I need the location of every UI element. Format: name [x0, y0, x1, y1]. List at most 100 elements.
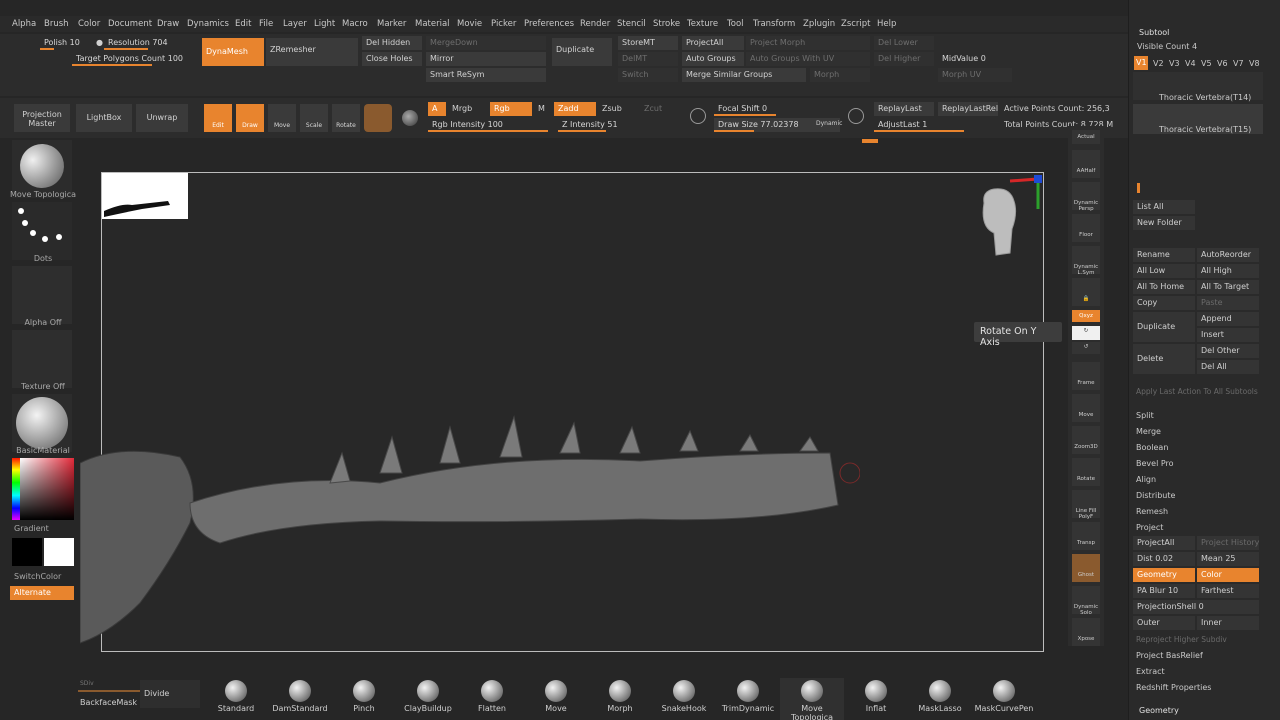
bevel-pro-menu[interactable]: Bevel Pro: [1136, 459, 1174, 468]
brush-masklasso[interactable]: MaskLasso: [908, 678, 972, 720]
lightbox-button[interactable]: LightBox: [76, 104, 132, 132]
menu-edit[interactable]: Edit: [235, 19, 251, 29]
floor-button[interactable]: Floor: [1072, 214, 1100, 242]
project-menu[interactable]: Project: [1136, 523, 1163, 532]
menu-color[interactable]: Color: [78, 19, 100, 29]
brush-maskcurvepen[interactable]: MaskCurvePen: [972, 678, 1036, 720]
scroll-indicator[interactable]: [862, 139, 878, 143]
version-v4[interactable]: V4: [1185, 59, 1196, 68]
brush-claybuildup[interactable]: ClayBuildup: [396, 678, 460, 720]
menu-transform[interactable]: Transform: [753, 19, 795, 29]
mirror-button[interactable]: Mirror: [426, 52, 546, 66]
del-all-button[interactable]: Del All: [1197, 360, 1259, 374]
rotate-view-button[interactable]: Rotate: [1072, 458, 1100, 486]
qxyz-button[interactable]: Qxyz: [1072, 310, 1100, 322]
all-high-button[interactable]: All High: [1197, 264, 1259, 278]
aahalf-button[interactable]: AAHalf: [1072, 150, 1100, 178]
brush-move[interactable]: Move: [524, 678, 588, 720]
actual-button[interactable]: Actual: [1072, 130, 1100, 144]
texture-sphere-icon[interactable]: [402, 110, 418, 126]
z-intensity-slider[interactable]: Z Intensity 51: [558, 118, 652, 132]
lock-icon[interactable]: 🔒: [1072, 278, 1100, 306]
subtool-item-label[interactable]: Thoracic Vertebra(T14): [1159, 93, 1251, 102]
smart-resym-button[interactable]: Smart ReSym: [426, 68, 546, 82]
auto-groups-button[interactable]: Auto Groups: [682, 52, 744, 66]
brush-trimdynamic[interactable]: TrimDynamic: [716, 678, 780, 720]
zoom3d-button[interactable]: Zoom3D: [1072, 426, 1100, 454]
version-v6[interactable]: V6: [1217, 59, 1228, 68]
switch-button[interactable]: Switch: [618, 68, 678, 82]
paste-button[interactable]: Paste: [1197, 296, 1259, 310]
polyf-button[interactable]: Line Fill PolyF: [1072, 490, 1100, 520]
del-other-button[interactable]: Del Other: [1197, 344, 1259, 358]
orientation-head-icon[interactable]: [970, 173, 1042, 263]
distribute-menu[interactable]: Distribute: [1136, 491, 1175, 500]
solo-button[interactable]: Dynamic Solo: [1072, 586, 1100, 616]
mid-value-slider[interactable]: MidValue 0: [938, 52, 1012, 66]
rotate-y-axis-icon[interactable]: ↻: [1072, 326, 1100, 340]
mean-slider[interactable]: Mean 25: [1197, 552, 1259, 566]
polish-slider[interactable]: Polish 10: [40, 36, 90, 50]
zcut-toggle[interactable]: Zcut: [640, 102, 666, 116]
move-button[interactable]: Move: [268, 104, 296, 132]
menu-tool[interactable]: Tool: [727, 19, 744, 29]
zremesher-button[interactable]: ZRemesher: [266, 38, 358, 66]
a-toggle[interactable]: A: [428, 102, 446, 116]
dynamesh-button[interactable]: DynaMesh: [202, 38, 264, 66]
duplicate-button[interactable]: Duplicate: [1133, 312, 1195, 342]
m-toggle[interactable]: M: [534, 102, 550, 116]
transp-button[interactable]: Transp: [1072, 522, 1100, 550]
menu-marker[interactable]: Marker: [377, 19, 406, 29]
xpose-button[interactable]: Xpose: [1072, 618, 1100, 646]
menu-preferences[interactable]: Preferences: [524, 19, 574, 29]
morph-uv-button[interactable]: Morph UV: [938, 68, 1012, 82]
menu-light[interactable]: Light: [314, 19, 335, 29]
menu-stroke[interactable]: Stroke: [653, 19, 680, 29]
new-folder-button[interactable]: New Folder: [1133, 216, 1195, 230]
geometry-footer-menu[interactable]: Geometry: [1139, 706, 1179, 715]
backface-mask-button[interactable]: BackfaceMask: [80, 698, 137, 707]
secondary-color-swatch[interactable]: [12, 538, 42, 566]
pa-blur-slider[interactable]: PA Blur 10: [1133, 584, 1195, 598]
del-mt-button[interactable]: DelMT: [618, 52, 678, 66]
version-v1[interactable]: V1: [1134, 56, 1148, 70]
project-morph-button[interactable]: Project Morph: [746, 36, 870, 50]
draw-button[interactable]: Draw: [236, 104, 264, 132]
list-all-button[interactable]: List All: [1133, 200, 1195, 214]
menu-texture[interactable]: Texture: [687, 19, 718, 29]
boolean-menu[interactable]: Boolean: [1136, 443, 1168, 452]
all-to-target-button[interactable]: All To Target: [1197, 280, 1259, 294]
menu-picker[interactable]: Picker: [491, 19, 516, 29]
menu-zscript[interactable]: Zscript: [841, 19, 871, 29]
mrgb-toggle[interactable]: Mrgb: [448, 102, 484, 116]
projection-shell-slider[interactable]: ProjectionShell 0: [1133, 600, 1259, 614]
store-mt-button[interactable]: StoreMT: [618, 36, 678, 50]
focal-shift-slider[interactable]: Focal Shift 0: [714, 102, 840, 116]
brush-flatten[interactable]: Flatten: [460, 678, 524, 720]
rotate-z-axis-icon[interactable]: ↺: [1072, 342, 1100, 354]
menu-stencil[interactable]: Stencil: [617, 19, 646, 29]
brush-snakehook[interactable]: SnakeHook: [652, 678, 716, 720]
menu-file[interactable]: File: [259, 19, 273, 29]
ghost-button[interactable]: Ghost: [1072, 554, 1100, 582]
auto-groups-uv-button[interactable]: Auto Groups With UV: [746, 52, 870, 66]
farthest-button[interactable]: Farthest: [1197, 584, 1259, 598]
subtool-item-label[interactable]: Thoracic Vertebra(T15): [1159, 125, 1251, 134]
tray-scrollbar[interactable]: [1137, 183, 1140, 193]
brush-standard[interactable]: Standard: [204, 678, 268, 720]
rename-button[interactable]: Rename: [1133, 248, 1195, 262]
stroke-thumbnail[interactable]: [12, 202, 72, 260]
persp-button[interactable]: Dynamic Persp: [1072, 182, 1100, 212]
split-menu[interactable]: Split: [1136, 411, 1154, 420]
divide-button[interactable]: Divide: [140, 680, 200, 708]
align-menu[interactable]: Align: [1136, 475, 1156, 484]
menu-help[interactable]: Help: [877, 19, 896, 29]
lsym-button[interactable]: Dynamic L.Sym: [1072, 246, 1100, 276]
move-view-button[interactable]: Move: [1072, 394, 1100, 422]
version-v2[interactable]: V2: [1153, 59, 1164, 68]
inner-button[interactable]: Inner: [1197, 616, 1259, 630]
frame-button[interactable]: Frame: [1072, 362, 1100, 390]
dist-slider[interactable]: Dist 0.02: [1133, 552, 1195, 566]
unwrap-button[interactable]: Unwrap: [136, 104, 188, 132]
texture-thumbnail[interactable]: [12, 330, 72, 388]
